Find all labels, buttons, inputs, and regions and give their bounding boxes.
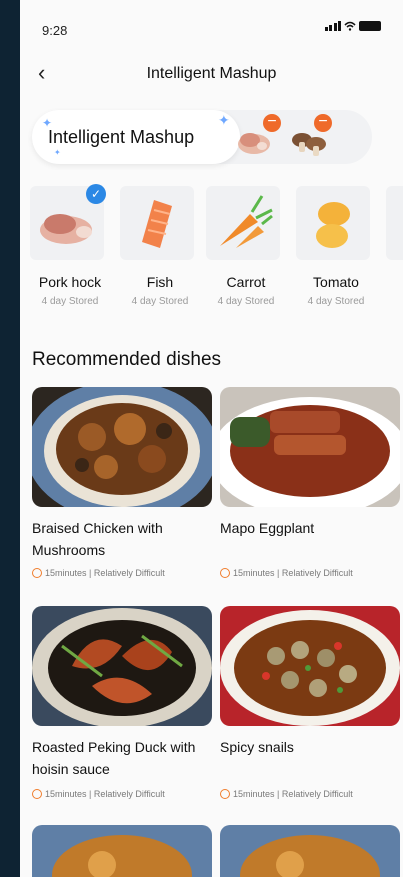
page-title: Intelligent Mashup: [146, 65, 277, 82]
ingredient-item-partial[interactable]: [386, 186, 403, 260]
dish-image: [220, 387, 400, 507]
dish-meta-text: 15minutes | Relatively Difficult: [233, 789, 353, 799]
ingredient-list: ✓ Pork hock 4 day Stored Fish 4 day Stor…: [30, 184, 403, 316]
ingredient-card: [206, 186, 280, 260]
dish-meta: 15minutes | Relatively Difficult: [220, 789, 353, 799]
battery-icon: [359, 21, 381, 31]
checkmark-icon: ✓: [86, 184, 106, 204]
clock-icon: [220, 568, 230, 578]
dish-image: [220, 825, 400, 877]
dish-card[interactable]: Roasted Peking Duck with hoisin sauce: [32, 606, 212, 780]
mashup-label: Intelligent Mashup: [48, 127, 195, 147]
ingredient-item[interactable]: ✓ Pork hock 4 day Stored: [30, 184, 110, 307]
dish-card-partial[interactable]: [220, 825, 400, 877]
dish-card[interactable]: Braised Chicken with Mushrooms: [32, 387, 212, 561]
signal-icon: [324, 21, 341, 31]
dish-name: Spicy snails: [220, 739, 294, 755]
status-icons: [324, 21, 381, 31]
wifi-icon: [344, 21, 356, 31]
ingredient-name: Fish: [146, 274, 174, 290]
dish-name: Mapo Eggplant: [220, 520, 315, 536]
ingredient-card: [386, 186, 403, 260]
dish-image: [32, 606, 212, 726]
dish-image: [220, 606, 400, 726]
dish-meta-text: 15minutes | Relatively Difficult: [45, 789, 165, 799]
ingredient-name: Carrot: [226, 274, 266, 290]
sparkle-icon: ✦: [218, 112, 230, 128]
carrot-image: [220, 195, 273, 248]
status-time: 9:28: [42, 23, 68, 38]
app-screen: 9:28 ‹ Intelligent Mashup ✦ ✦ ✦ Intellig…: [20, 0, 403, 877]
ingredient-stored: 4 day Stored: [217, 296, 275, 307]
dish-card[interactable]: Spicy snails: [220, 606, 400, 758]
ingredient-stored: 4 day Stored: [131, 296, 189, 307]
dish-name: Braised Chicken with Mushrooms: [32, 520, 163, 558]
ingredient-item[interactable]: Tomato 4 day Stored: [296, 186, 376, 307]
ingredient-name: Pork hock: [38, 274, 102, 290]
dish-image: [32, 825, 212, 877]
ingredient-item[interactable]: Carrot 4 day Stored: [206, 186, 286, 307]
sparkle-icon: ✦: [54, 148, 61, 157]
fish-image: [142, 200, 172, 248]
dish-meta: 15minutes | Relatively Difficult: [32, 568, 165, 578]
dish-card-partial[interactable]: [32, 825, 212, 877]
ingredient-item[interactable]: Fish 4 day Stored: [120, 186, 200, 307]
minus-icon[interactable]: −: [314, 114, 332, 132]
ingredient-card: ✓: [30, 184, 106, 260]
dish-meta-text: 15minutes | Relatively Difficult: [45, 568, 165, 578]
nav-bar: ‹ Intelligent Mashup: [20, 56, 403, 92]
clock-icon: [220, 789, 230, 799]
dish-meta: 15minutes | Relatively Difficult: [220, 568, 353, 578]
tomato-image: [316, 202, 350, 248]
dish-card[interactable]: Mapo Eggplant: [220, 387, 400, 539]
ingredient-stored: 4 day Stored: [41, 296, 99, 307]
ingredient-stored: 4 day Stored: [307, 296, 365, 307]
dish-meta: 15minutes | Relatively Difficult: [32, 789, 165, 799]
clock-icon: [32, 568, 42, 578]
dish-image: [32, 387, 212, 507]
mashup-button[interactable]: ✦ ✦ ✦ Intelligent Mashup: [32, 110, 240, 164]
ingredient-card: [296, 186, 370, 260]
clock-icon: [32, 789, 42, 799]
status-bar: 9:28: [20, 0, 403, 52]
dish-meta-text: 15minutes | Relatively Difficult: [233, 568, 353, 578]
dish-name: Roasted Peking Duck with hoisin sauce: [32, 739, 196, 777]
ingredient-card: [120, 186, 194, 260]
section-title: Recommended dishes: [32, 349, 222, 370]
minus-icon[interactable]: −: [263, 114, 281, 132]
ingredient-name: Tomato: [313, 274, 359, 290]
